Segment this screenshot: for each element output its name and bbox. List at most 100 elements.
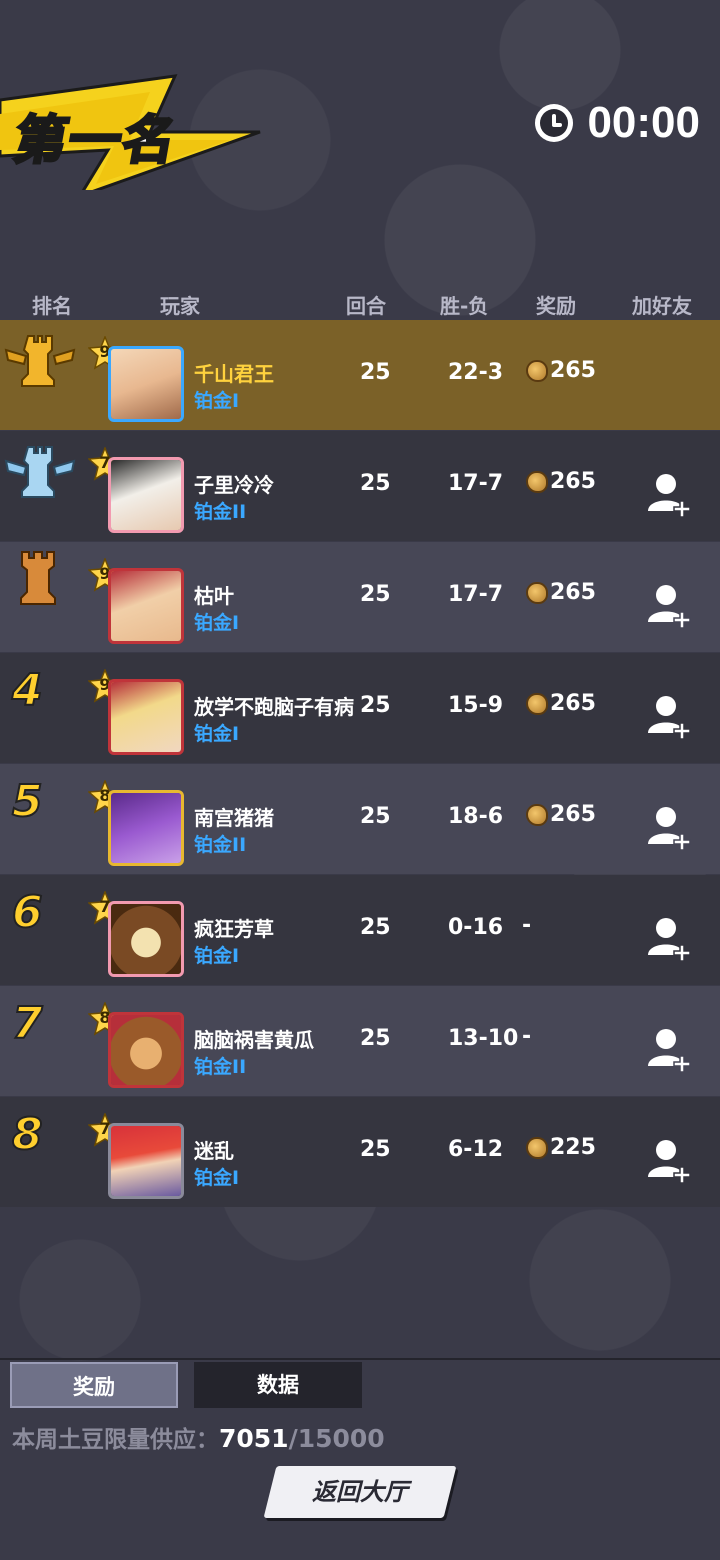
win-loss-value: 17-7 [448, 471, 504, 496]
rank-number: 5 [11, 775, 44, 828]
table-row[interactable]: 8 7 迷乱 铂金I 25 6-12 225 [0, 1097, 720, 1207]
win-loss-value: 13-10 [448, 1026, 519, 1051]
table-row[interactable]: 7 8 脑脑祸害黄瓜 铂金II 25 13-10 - [0, 986, 720, 1096]
table-row[interactable]: 9 枯叶 铂金I 25 17-7 265 [0, 542, 720, 652]
player-name: 枯叶 [194, 584, 234, 608]
reward-value: - [522, 1024, 532, 1049]
header-rounds: 回合 [346, 294, 386, 318]
add-friend-icon[interactable] [646, 471, 692, 517]
reward-value: 265 [550, 580, 596, 605]
reward: 265 [526, 691, 596, 716]
potato-icon [526, 470, 548, 493]
player-name: 子里冷冷 [194, 473, 274, 497]
supply-max: /15000 [288, 1424, 385, 1453]
player-tier: 铂金I [194, 723, 240, 745]
table-row[interactable]: 9 千山君王 铂金I 25 22-3 265 [0, 320, 720, 430]
rank-number: 4 [11, 664, 44, 717]
avatar[interactable] [108, 568, 184, 644]
reward-value: 265 [550, 358, 596, 383]
player-tier: 铂金II [194, 1056, 247, 1078]
player-name: 迷乱 [194, 1139, 234, 1163]
rounds-value: 25 [360, 360, 391, 385]
win-loss-value: 15-9 [448, 693, 504, 718]
reward-value: 265 [550, 469, 596, 494]
rounds-value: 25 [360, 804, 391, 829]
add-friend-icon[interactable] [646, 1137, 692, 1183]
reward-value: 265 [550, 802, 596, 827]
avatar[interactable] [108, 1012, 184, 1088]
avatar[interactable] [108, 457, 184, 533]
reward-value: 265 [550, 691, 596, 716]
back-to-lobby-button[interactable]: 返回大厅 [263, 1466, 457, 1518]
rounds-value: 25 [360, 471, 391, 496]
rounds-value: 25 [360, 582, 391, 607]
column-headers: 排名 玩家 回合 胜-负 奖励 加好友 [0, 290, 720, 320]
player-tier: 铂金I [194, 612, 240, 634]
potato-icon [526, 359, 548, 382]
supply-label: 本周土豆限量供应： [12, 1427, 219, 1453]
player-name: 放学不跑脑子有病 [194, 695, 354, 719]
player-tier: 铂金I [194, 945, 240, 967]
add-friend-icon[interactable] [646, 582, 692, 628]
timer: 00:00 [535, 98, 700, 148]
tab-reward[interactable]: 奖励 [10, 1362, 178, 1408]
avatar[interactable] [108, 790, 184, 866]
rank-number: 8 [11, 1108, 44, 1161]
supply-current: 7051 [219, 1424, 289, 1453]
bottom-tabs: 奖励 数据 [0, 1358, 720, 1412]
add-friend-icon[interactable] [646, 1026, 692, 1072]
clock-icon [535, 104, 574, 142]
reward: 265 [526, 580, 596, 605]
silver-trophy-rook-icon [4, 446, 76, 498]
player-name: 脑脑祸害黄瓜 [194, 1028, 314, 1052]
rounds-value: 25 [360, 1137, 391, 1162]
back-button-label: 返回大厅 [312, 1478, 408, 1506]
potato-icon [526, 581, 548, 604]
potato-supply: 本周土豆限量供应：7051/15000 [12, 1420, 385, 1454]
table-row[interactable]: 6 7 疯狂芳草 铂金I 25 0-16 - [0, 875, 720, 985]
header-add-friend: 加好友 [632, 294, 692, 318]
table-row[interactable]: 7 子里冷冷 铂金II 25 17-7 265 [0, 431, 720, 541]
reward: 265 [526, 358, 596, 383]
avatar[interactable] [108, 901, 184, 977]
header-player: 玩家 [160, 294, 200, 318]
reward-value: 225 [550, 1135, 596, 1160]
page-title: 第一名 [8, 110, 184, 173]
potato-icon [526, 692, 548, 715]
potato-icon [526, 803, 548, 826]
potato-icon [526, 1136, 548, 1159]
gold-trophy-rook-icon [4, 335, 76, 387]
avatar[interactable] [108, 346, 184, 422]
header-rank: 排名 [32, 294, 72, 318]
timer-text: 00:00 [587, 98, 700, 147]
header-reward: 奖励 [536, 294, 576, 318]
win-loss-value: 6-12 [448, 1137, 504, 1162]
player-name: 南宫猪猪 [194, 806, 274, 830]
avatar[interactable] [108, 679, 184, 755]
win-loss-value: 22-3 [448, 360, 504, 385]
rank-number: 7 [11, 997, 44, 1050]
reward-value: - [522, 913, 532, 938]
table-row[interactable]: 4 9 放学不跑脑子有病 铂金I 25 15-9 265 [0, 653, 720, 763]
tab-data[interactable]: 数据 [194, 1362, 362, 1408]
add-friend-icon[interactable] [646, 693, 692, 739]
table-row[interactable]: 5 8 南宫猪猪 铂金II 25 18-6 265 [0, 764, 720, 874]
reward: 225 [526, 1135, 596, 1160]
win-loss-value: 0-16 [448, 915, 504, 940]
player-tier: 铂金I [194, 1167, 240, 1189]
bronze-rook-icon [20, 551, 56, 605]
reward: - [522, 1024, 531, 1049]
player-tier: 铂金II [194, 834, 247, 856]
add-friend-icon[interactable] [646, 915, 692, 961]
rank-number: 6 [11, 886, 44, 939]
reward: 265 [526, 469, 596, 494]
reward: - [522, 913, 531, 938]
avatar[interactable] [108, 1123, 184, 1199]
win-loss-value: 18-6 [448, 804, 504, 829]
win-loss-value: 17-7 [448, 582, 504, 607]
player-tier: 铂金II [194, 501, 247, 523]
rounds-value: 25 [360, 915, 391, 940]
rounds-value: 25 [360, 693, 391, 718]
rounds-value: 25 [360, 1026, 391, 1051]
add-friend-icon[interactable] [646, 804, 692, 850]
